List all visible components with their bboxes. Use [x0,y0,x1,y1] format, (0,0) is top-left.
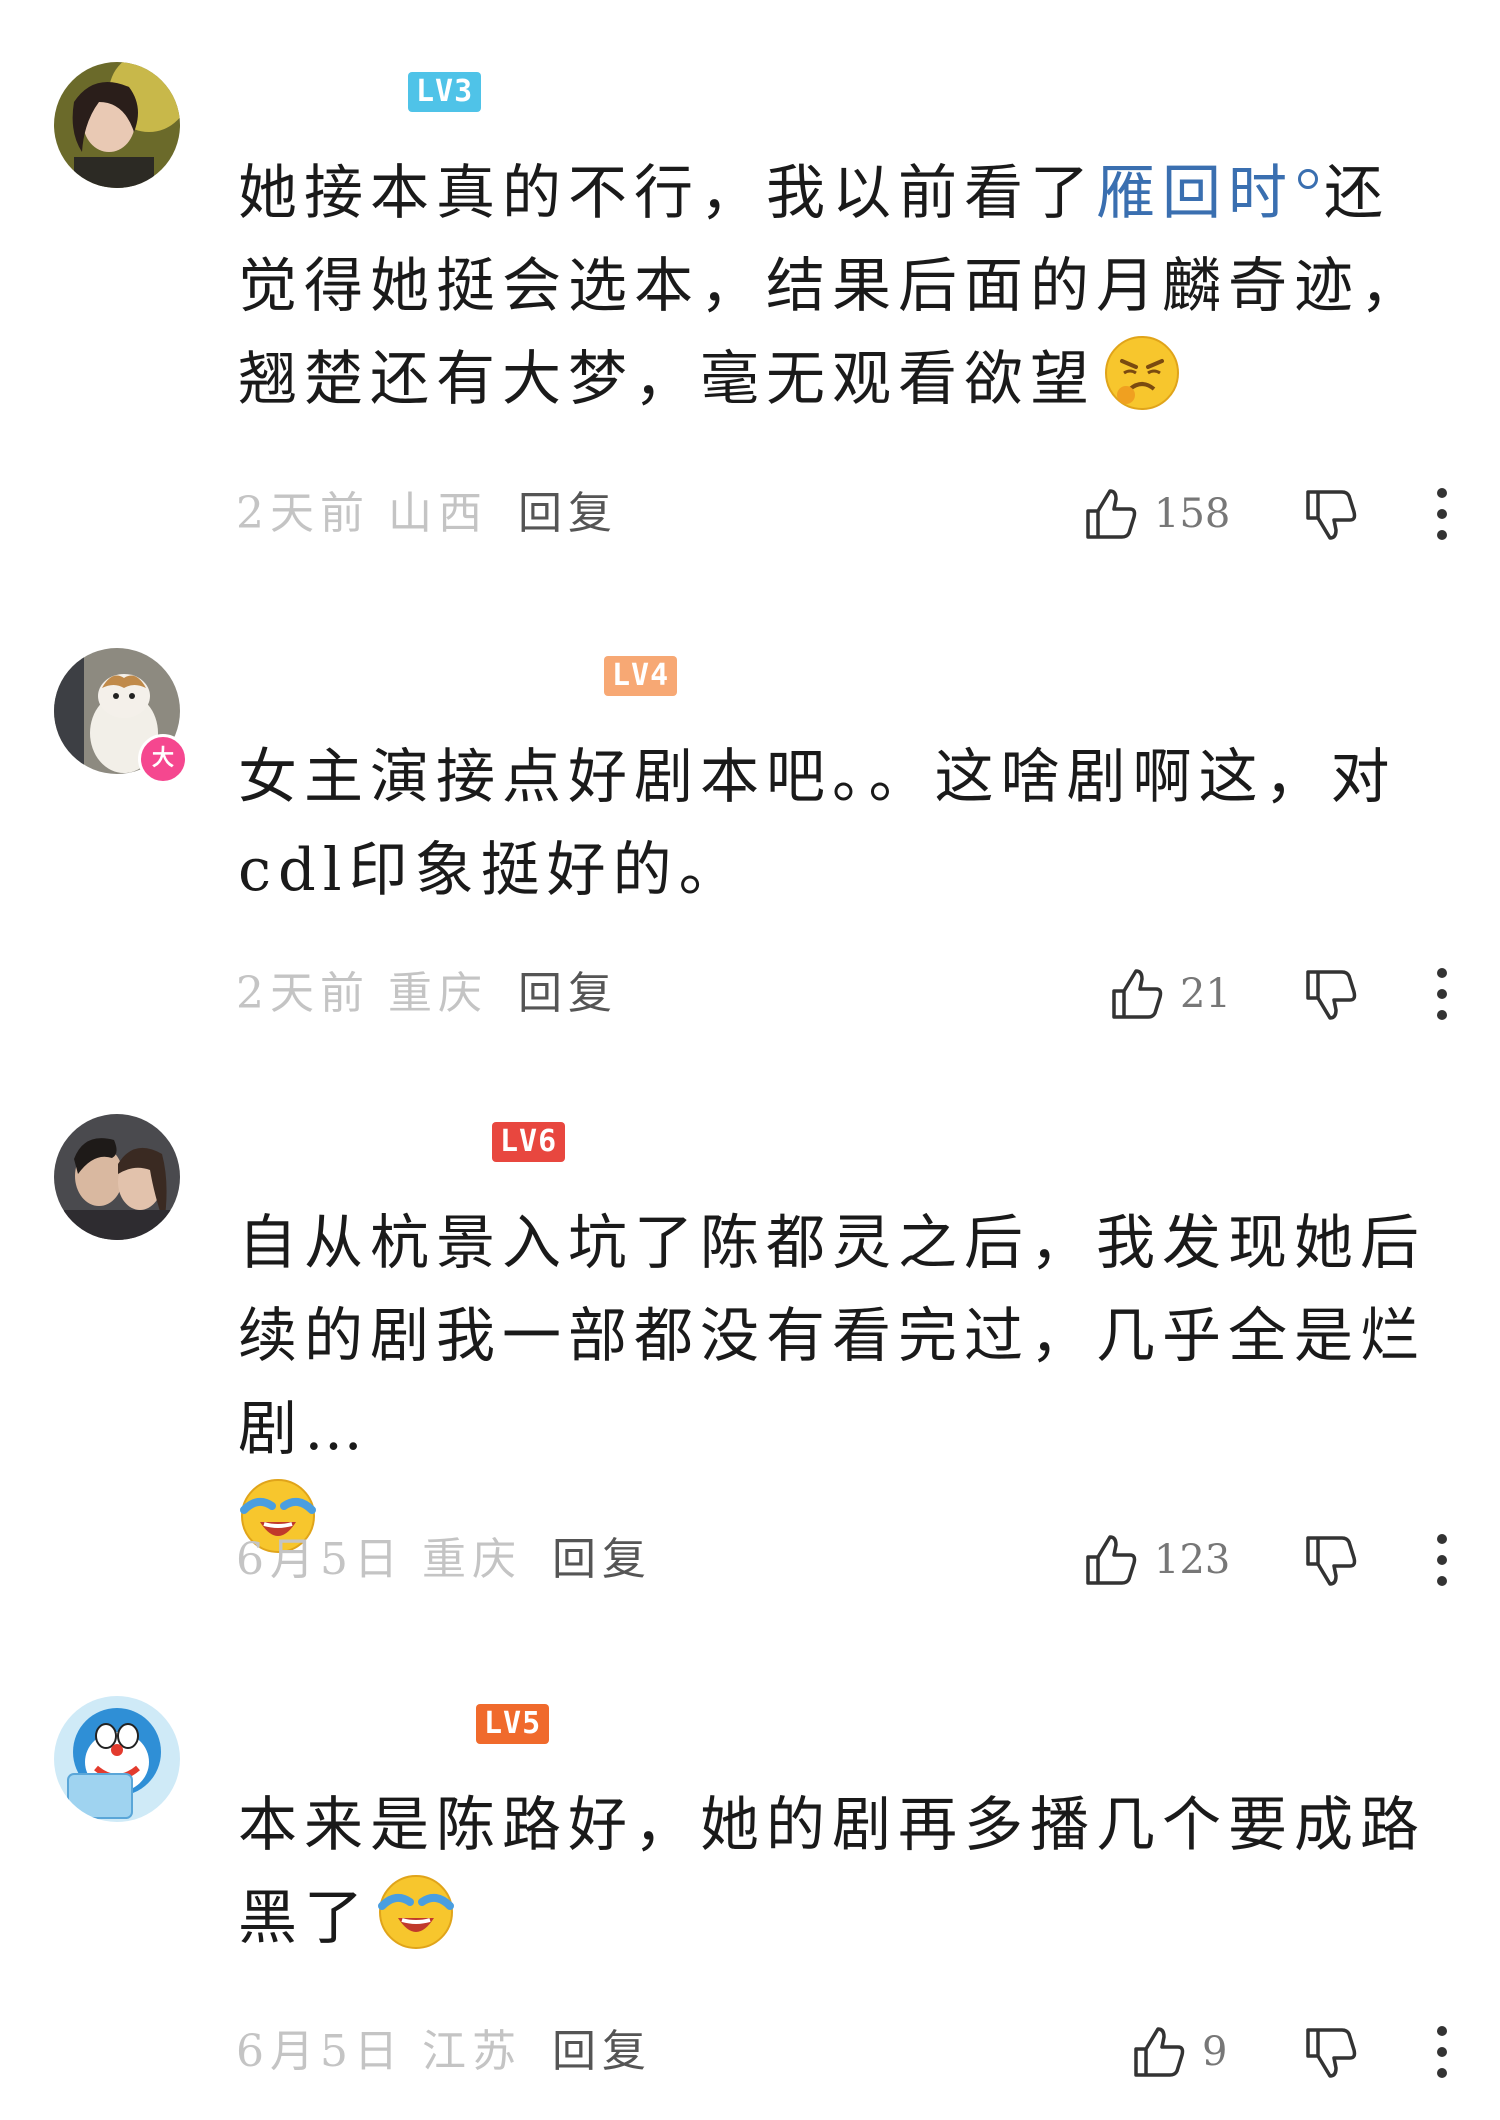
thumbs-up-icon [1112,969,1163,1019]
more-options-icon[interactable] [1432,2026,1452,2086]
like-button[interactable]: 9 [1130,2022,1227,2082]
comment-text: 她接本真的不行，我以前看了雁回时 还觉得她挺会选本，结果后面的月麟奇迹，翘楚还有大… [238,158,1427,413]
thumbs-up-icon [1086,1535,1137,1585]
thumbs-down-icon[interactable] [1302,2024,1360,2082]
avatar[interactable] [54,62,180,188]
drama-link[interactable]: 雁回时 [1096,158,1294,227]
user-level-badge: LV5 [476,1704,550,1744]
comment-location: 重庆 [422,1534,522,1585]
comment-meta: 6月5日 重庆 回复 [236,1530,652,1590]
user-level-badge: LV3 [408,72,482,112]
like-button[interactable]: 158 [1082,484,1230,544]
comment-location: 江苏 [422,2026,522,2077]
comment-time: 6月5日 [236,2026,404,2077]
more-options-icon[interactable] [1432,1534,1452,1594]
like-button[interactable]: 123 [1082,1530,1230,1590]
comment-meta: 6月5日 江苏 回复 [236,2022,652,2082]
comment-location: 山西 [388,488,488,539]
angry-face-icon [1105,336,1180,410]
comment-text: 自从杭景入坑了陈都灵之后，我发现她后续的剧我一部都没有看完过，几乎全是烂剧… [238,1196,1438,1568]
laugh-cry-icon [378,1875,455,1949]
comment-time: 2天前 [236,488,370,539]
more-options-icon[interactable] [1432,968,1452,1028]
comment-meta: 2天前 重庆 回复 [236,964,618,1024]
reply-button[interactable]: 回复 [552,1534,652,1585]
reply-button[interactable]: 回复 [518,488,618,539]
reply-button[interactable]: 回复 [552,2026,652,2077]
thumbs-up-icon [1134,2027,1185,2077]
comment-meta: 2天前 山西 回复 [236,484,618,544]
user-level-badge: LV4 [604,656,678,696]
like-button[interactable]: 21 [1108,964,1231,1024]
thumbs-down-icon[interactable] [1302,1532,1360,1590]
search-icon[interactable] [1298,169,1319,189]
comment-text: 本来是陈路好，她的剧再多播几个要成路黑了 [238,1790,1427,1952]
avatar[interactable] [54,1114,180,1240]
like-count: 9 [1202,2029,1228,2075]
user-level-badge: LV6 [492,1122,566,1162]
comment-time: 6月5日 [236,1534,404,1585]
like-count: 123 [1154,1537,1231,1583]
thumbs-down-icon[interactable] [1302,486,1360,544]
thumbs-up-icon [1086,489,1137,539]
comment-location: 重庆 [388,968,488,1019]
like-count: 21 [1180,971,1231,1017]
like-count: 158 [1154,491,1231,537]
comment-time: 2天前 [236,968,370,1019]
comment-text: 女主演接点好剧本吧。。这啥剧啊这，对cdl印象挺好的。 [238,742,1397,904]
thumbs-down-icon[interactable] [1302,966,1360,1024]
vip-badge: 大 [138,734,188,784]
reply-button[interactable]: 回复 [518,968,618,1019]
avatar[interactable] [54,1696,180,1822]
more-options-icon[interactable] [1432,488,1452,548]
